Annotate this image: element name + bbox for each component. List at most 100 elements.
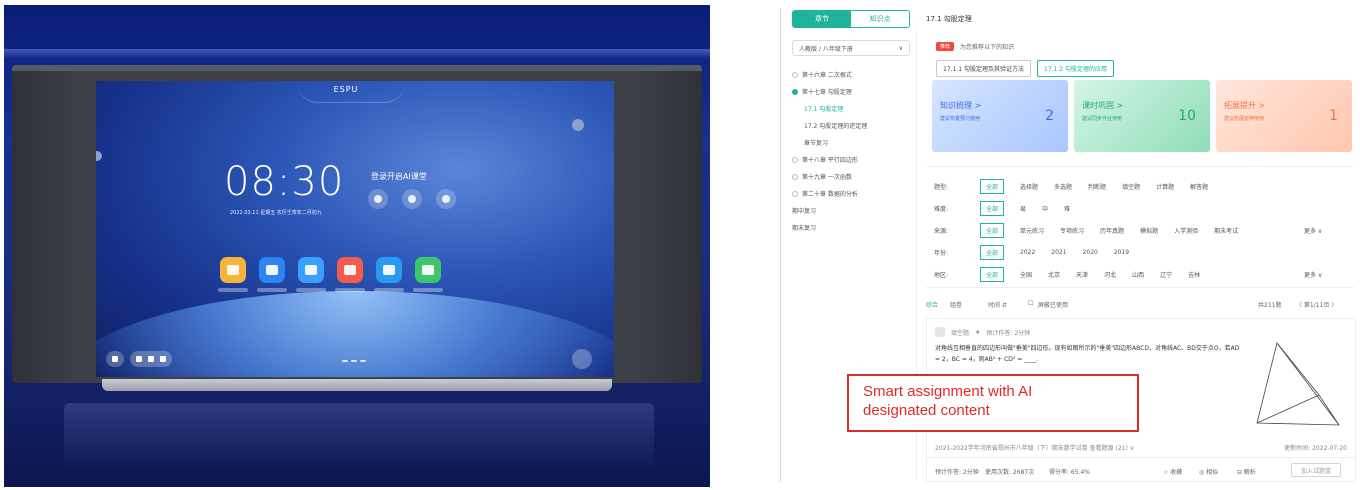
more-dropdown[interactable]: 更多 ∨ (1304, 226, 1344, 235)
card-lesson-practice[interactable]: 课时巩固 > 建议同步作业使用 10 (1074, 80, 1210, 152)
tree-item[interactable]: 第二十章 数据的分析 (792, 185, 914, 202)
filter-option[interactable]: 全部 (980, 201, 1005, 216)
filter-option[interactable]: 选择题 (1020, 182, 1038, 191)
filter-option[interactable]: 全部 (980, 245, 1005, 260)
filter-row-source: 来源: 全部 单元练习 专项练习 历年真题 模拟题 入学测验 期末考试 更多 ∨ (934, 223, 1354, 238)
screen-share-icon (337, 257, 363, 283)
tree-item-label: 期中复习 (792, 208, 817, 215)
page-indicator (342, 360, 366, 362)
recommend-badge: 推荐 (936, 42, 955, 51)
ai-classroom-login[interactable]: 登录开启AI课堂 (371, 171, 427, 182)
similar-button[interactable]: ◎ 相似 (1199, 467, 1218, 476)
tab-knowledge[interactable]: 知识点 (851, 11, 909, 27)
tree-item[interactable]: 第十八章 平行四边形 (792, 151, 914, 168)
card-count: 10 (1178, 108, 1196, 124)
filter-option[interactable]: 单元练习 (1020, 226, 1044, 235)
analysis-button[interactable]: ⊟ 解析 (1237, 467, 1256, 476)
app-classroom[interactable] (296, 257, 326, 292)
filter-option[interactable]: 入学测验 (1174, 226, 1198, 235)
favorite-button[interactable]: ☆ 收藏 (1163, 467, 1182, 476)
filter-option[interactable]: 专项练习 (1060, 226, 1084, 235)
add-to-basket-button[interactable]: 加入试题篮 (1291, 463, 1341, 477)
whiteboard-icon (259, 257, 285, 283)
filter-option[interactable]: 判断题 (1088, 182, 1106, 191)
filter-option[interactable]: 历年真题 (1100, 226, 1124, 235)
question-source[interactable]: 2021-2022学年河南省郑州市八年级（下）期末数学试卷 查看题源 (21) … (935, 443, 1134, 452)
floor-reflection (64, 403, 654, 473)
filter-option[interactable]: 天津 (1076, 270, 1088, 279)
filter-row-year: 年份: 全部 2022 2021 2020 2019 (934, 245, 1145, 260)
app-whiteboard[interactable] (257, 257, 287, 292)
filter-option[interactable]: 全部 (980, 223, 1005, 238)
knowledge-pill[interactable]: 17.1.2 勾股定理的应用 (1037, 60, 1114, 77)
filter-option[interactable]: 吉林 (1188, 270, 1200, 279)
question-header: 填空题 ★ 预计作答: 2分钟 (935, 327, 1030, 337)
hide-used-checkbox[interactable]: ☐ (1028, 300, 1033, 307)
radio-icon (792, 173, 798, 180)
filter-option[interactable]: 填空题 (1122, 182, 1140, 191)
filter-option[interactable]: 模拟题 (1140, 226, 1158, 235)
filter-option[interactable]: 2022 (1020, 249, 1035, 256)
filter-row-difficulty: 难度: 全部 易 中 难 (934, 201, 1086, 216)
filter-option[interactable]: 期末考试 (1214, 226, 1238, 235)
card-count: 2 (1045, 108, 1054, 124)
filter-option[interactable]: 2020 (1083, 249, 1098, 256)
card-title: 拓展提升 > (1224, 101, 1266, 110)
android-icon (415, 257, 441, 283)
wifi-icon[interactable] (572, 349, 592, 369)
login-option-icon[interactable] (368, 189, 388, 209)
tree-item[interactable]: 第十七章 勾股定理 (792, 83, 914, 100)
filter-option[interactable]: 辽宁 (1160, 270, 1172, 279)
tab-chapter[interactable]: 章节 (793, 11, 851, 27)
tree-item-label: 第二十章 数据的分析 (802, 191, 858, 198)
sidebar-tabs: 章节 知识点 (792, 10, 910, 28)
filter-option[interactable]: 多选题 (1054, 182, 1072, 191)
select-checkbox[interactable] (935, 327, 945, 337)
card-knowledge-review[interactable]: 知识梳理 > 建议布置预习使用 2 (932, 80, 1068, 152)
tree-item[interactable]: 第十六章 二次根式 (792, 66, 914, 83)
filter-option[interactable]: 2019 (1114, 249, 1129, 256)
tree-item[interactable]: 期末复习 (792, 219, 914, 236)
filter-option[interactable]: 2021 (1051, 249, 1066, 256)
app-store[interactable] (413, 257, 443, 292)
filter-option[interactable]: 河北 (1104, 270, 1116, 279)
sort-time[interactable]: 时间 ⇵ (988, 300, 1007, 309)
filter-option[interactable]: 全部 (980, 267, 1005, 282)
app-screen-share[interactable] (335, 257, 365, 292)
filter-option[interactable]: 山西 (1132, 270, 1144, 279)
tree-subitem[interactable]: 17.2 勾股定理的逆定理 (792, 117, 914, 134)
filter-option[interactable]: 中 (1042, 204, 1048, 213)
sort-default[interactable]: 综合 (926, 300, 938, 309)
filter-option[interactable]: 解答题 (1190, 182, 1208, 191)
settings-icon[interactable] (436, 189, 456, 209)
diagonal-line (1256, 394, 1320, 424)
monitor-bezel (12, 65, 702, 71)
filter-option[interactable]: 北京 (1048, 270, 1060, 279)
app-file-manager[interactable] (218, 257, 248, 292)
filter-option[interactable]: 计算题 (1156, 182, 1174, 191)
sort-hot[interactable]: 组卷 (950, 300, 962, 309)
pen-tools[interactable] (130, 351, 172, 367)
tree-subitem[interactable]: 章节复习 (792, 134, 914, 151)
tree-subitem[interactable]: 17.1 勾股定理 (792, 100, 914, 117)
card-extension[interactable]: 拓展提升 > 建议拓展延伸使用 1 (1216, 80, 1352, 152)
filter-option[interactable]: 全国 (1020, 270, 1032, 279)
user-icon[interactable] (402, 189, 422, 209)
filter-option[interactable]: 全部 (980, 179, 1005, 194)
bird-icon (376, 257, 402, 283)
tree-item-label: 章节复习 (804, 140, 829, 147)
tree-item[interactable]: 期中复习 (792, 202, 914, 219)
question-footer: 预计作答: 2分钟 使用次数: 2687次 得分率: 65.4% ☆ 收藏 ◎ … (927, 457, 1355, 481)
pagination[interactable]: 〈 第1/11页 〉 (1296, 300, 1337, 309)
tree-item[interactable]: 第十九章 一次函数 (792, 168, 914, 185)
knowledge-pill[interactable]: 17.1.1 勾股定理及其验证方法 (936, 60, 1031, 77)
filter-option[interactable]: 易 (1020, 204, 1026, 213)
app-browser[interactable] (374, 257, 404, 292)
more-dropdown[interactable]: 更多 ∨ (1304, 270, 1344, 279)
textbook-select[interactable]: 人教版 / 八年级下册 ∨ (792, 40, 910, 56)
footer-time: 预计作答: 2分钟 (935, 469, 979, 476)
chapter-tree: 第十六章 二次根式 第十七章 勾股定理 17.1 勾股定理 17.2 勾股定理的… (792, 66, 914, 236)
windows-button[interactable] (106, 351, 124, 367)
radio-icon (792, 71, 798, 78)
filter-option[interactable]: 难 (1064, 204, 1070, 213)
